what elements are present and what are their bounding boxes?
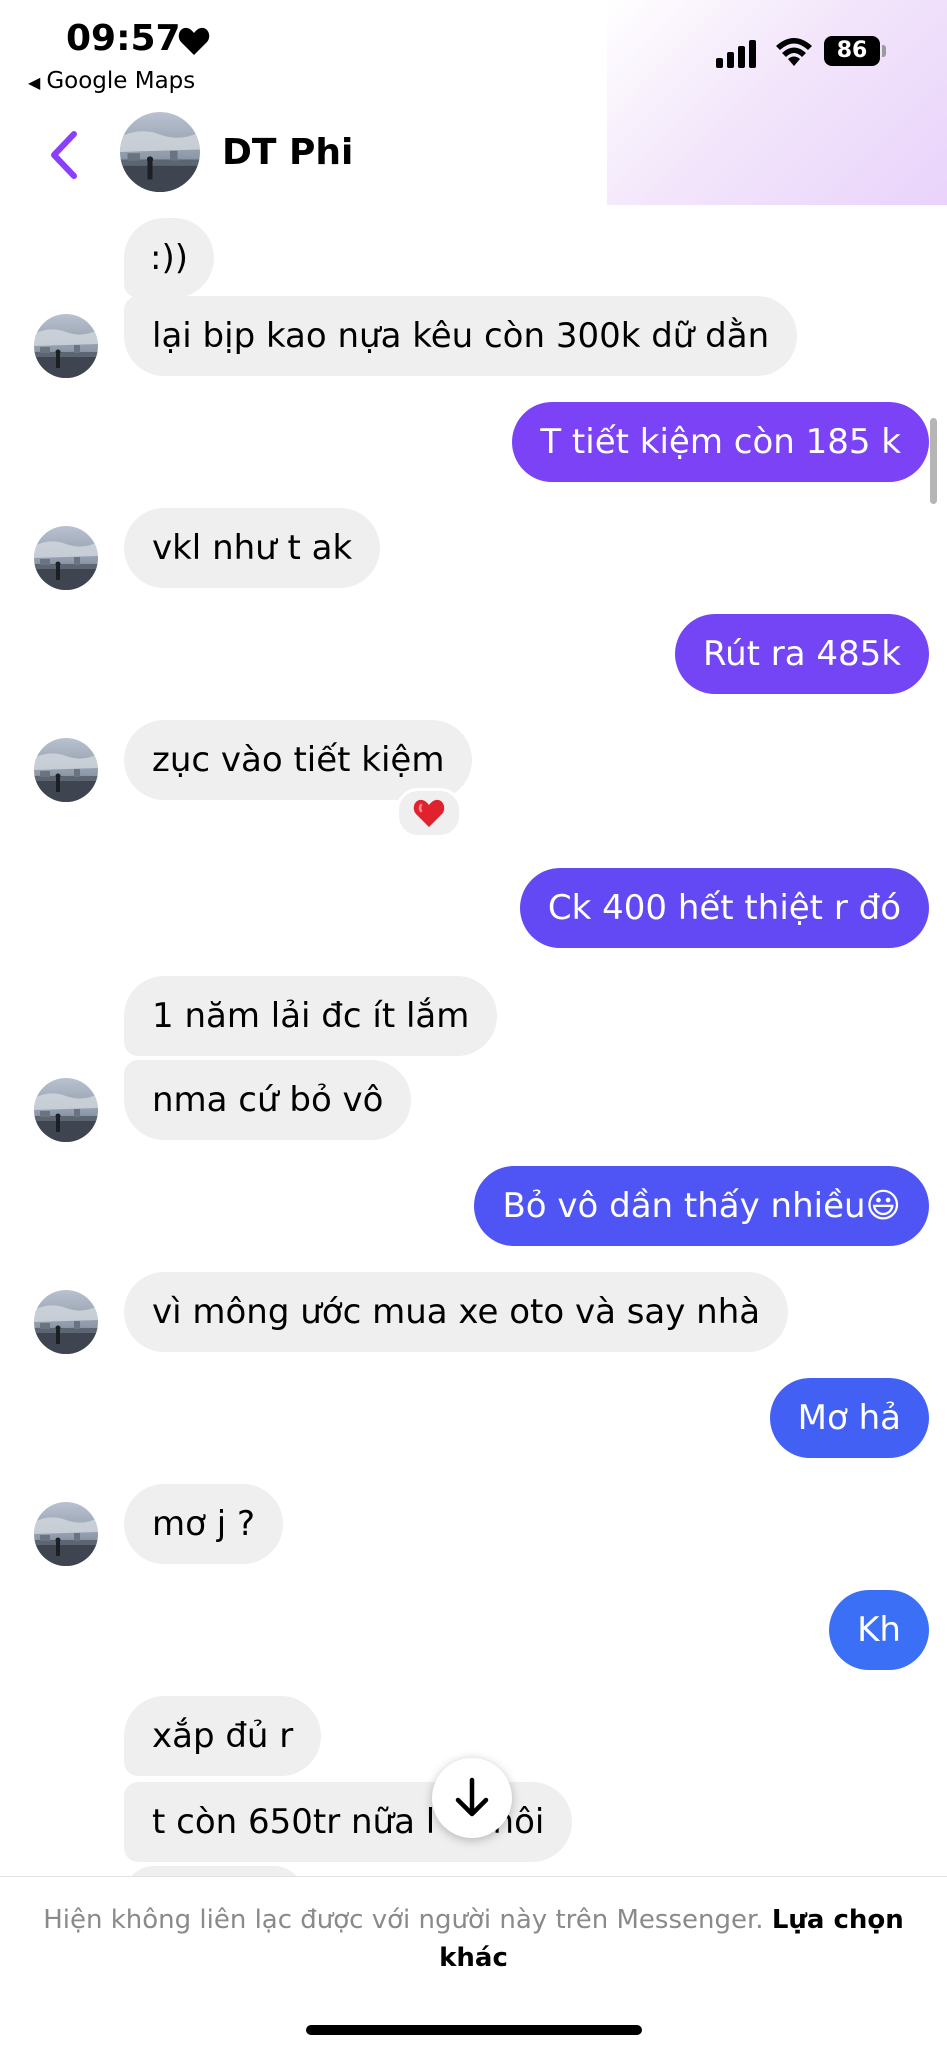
back-triangle-icon: ◀ (28, 73, 41, 92)
message-incoming[interactable]: vì mông ước mua xe oto và say nhà (124, 1272, 789, 1352)
message-outgoing[interactable]: Rút ra 485k (675, 614, 929, 694)
back-chevron-icon[interactable] (46, 130, 80, 180)
heart-reaction-icon[interactable] (396, 788, 462, 838)
message-outgoing[interactable]: Ck 400 hết thiệt r đó (519, 868, 929, 948)
sender-avatar[interactable] (34, 1290, 98, 1354)
contact-name[interactable]: DT Phi (222, 132, 353, 173)
sender-avatar[interactable] (34, 314, 98, 378)
scrollbar[interactable] (930, 418, 937, 504)
wifi-icon (776, 38, 812, 66)
message-incoming[interactable]: xắp đủ r (124, 1696, 322, 1776)
message-outgoing[interactable]: Kh (829, 1590, 929, 1670)
battery-indicator: 86 (824, 36, 880, 66)
chat-header: DT Phi (0, 108, 947, 208)
sender-avatar[interactable] (34, 526, 98, 590)
scroll-to-bottom-button[interactable] (432, 1758, 512, 1838)
contact-avatar[interactable] (120, 112, 200, 192)
message-incoming[interactable]: vkl như t ak (124, 508, 381, 588)
message-incoming[interactable]: 1 năm lải đc ít lắm (124, 976, 498, 1056)
message-incoming[interactable]: lại bịp kao nựa kêu còn 300k dữ dằn (124, 296, 798, 376)
sender-avatar[interactable] (34, 1502, 98, 1566)
status-bar: 09:57 ◀ Google Maps 86 (0, 0, 947, 100)
message-incoming[interactable]: nma cứ bỏ vô (124, 1060, 412, 1140)
battery-tip (882, 45, 886, 57)
arrow-down-icon (455, 1777, 489, 1817)
sender-avatar[interactable] (34, 738, 98, 802)
unavailable-footer: Hiện không liên lạc được với người này t… (0, 1876, 947, 2049)
message-outgoing[interactable]: Mơ hả (769, 1378, 929, 1458)
message-incoming[interactable]: mơ j ? (124, 1484, 284, 1564)
home-indicator[interactable] (306, 2025, 642, 2035)
sender-avatar[interactable] (34, 1078, 98, 1142)
unavailable-notice: Hiện không liên lạc được với người này t… (43, 1905, 904, 1973)
heart-icon (178, 27, 210, 55)
back-to-app-link[interactable]: ◀ Google Maps (28, 68, 195, 94)
message-outgoing[interactable]: Bỏ vô dần thấy nhiều😃 (474, 1166, 929, 1246)
clock: 09:57 (66, 18, 181, 59)
message-outgoing[interactable]: T tiết kiệm còn 185 k (512, 402, 929, 482)
signal-icon (716, 40, 756, 68)
message-incoming[interactable]: :)) (124, 218, 214, 298)
